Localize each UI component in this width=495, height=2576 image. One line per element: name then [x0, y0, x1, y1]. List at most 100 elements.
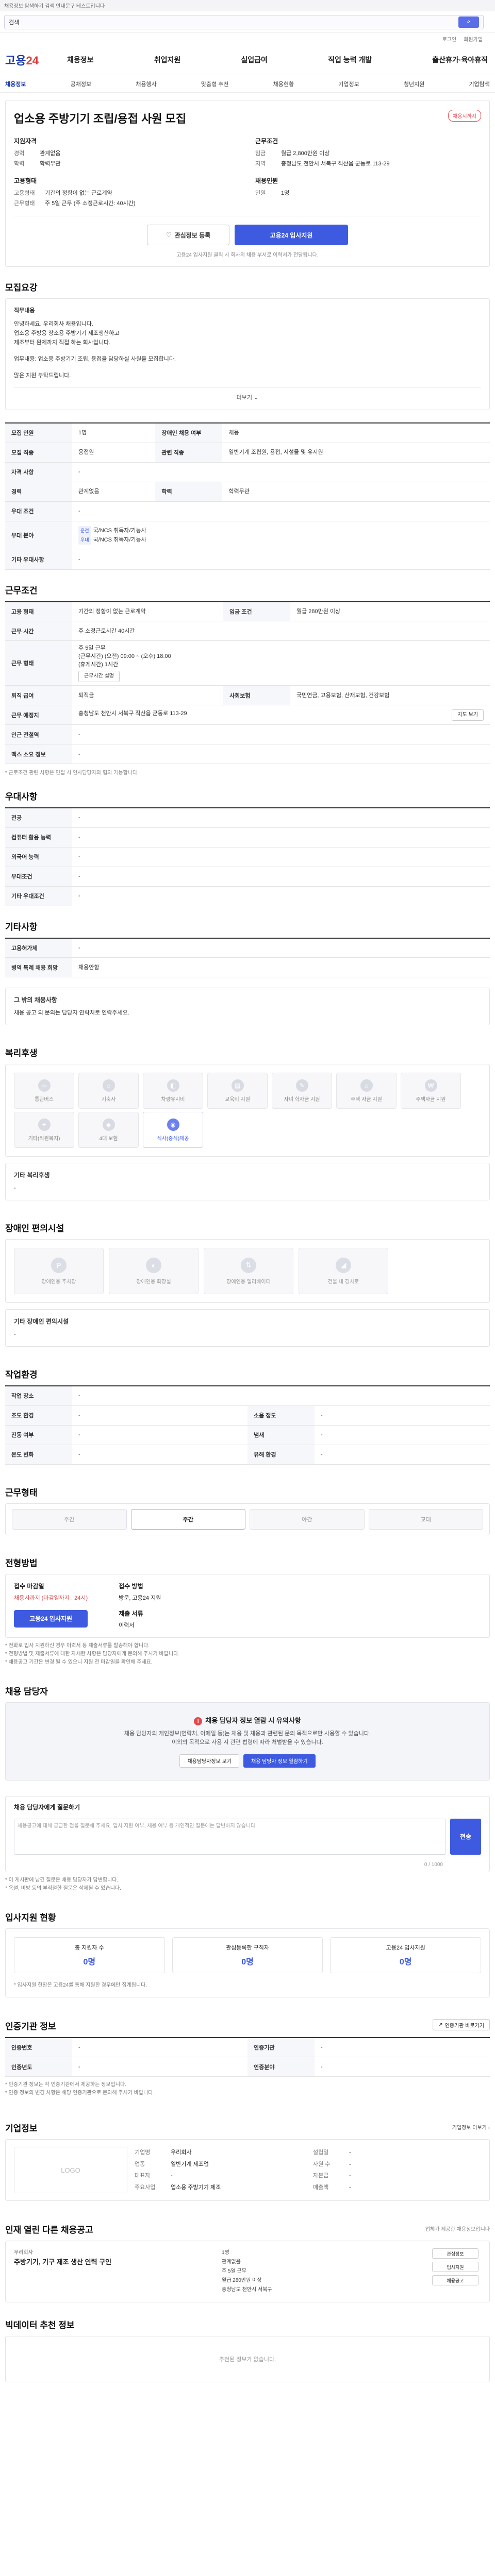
- chevron-down-icon: ⌄: [254, 395, 259, 401]
- kv-key: 지역: [255, 161, 266, 167]
- gnb-item-training[interactable]: 직업 능력 개발: [328, 55, 372, 65]
- welfare-label: 식사(중식)제공: [157, 1136, 189, 1142]
- kv-key: 경력: [14, 150, 25, 157]
- interest-button[interactable]: ♡ 관심정보 등록: [147, 225, 229, 245]
- search-box[interactable]: ⌕: [4, 14, 484, 29]
- disab-card: P 장애인용 주차장 ◐ 장애인용 화장실 ⇅ 장애인용 엘리베이터 ◢ 건물 내 경사…: [5, 1239, 490, 1303]
- td-text: 주 5일 근무: [78, 645, 106, 651]
- logo-accent: 24: [26, 54, 39, 67]
- qa-note: * 이 게시판에 남긴 질문은 채용 담당자가 답변합니다.: [5, 1877, 119, 1883]
- td: -: [72, 1445, 248, 1465]
- qa-textarea[interactable]: 채용공고에 대해 궁금한 점을 질문해 주세요. 입사 지원 여부, 채용 여부…: [14, 1818, 446, 1855]
- td: 주 소정근로시간 40시간: [72, 621, 490, 641]
- disab-title: 장애인 편의시설: [5, 1224, 64, 1233]
- td: -: [72, 550, 490, 570]
- home-icon: ⌂: [360, 1079, 373, 1092]
- welfare-item: ✦ 기타(직원복지): [14, 1112, 74, 1148]
- logo[interactable]: 고용24: [5, 52, 67, 68]
- work-title: 근무조건: [5, 585, 38, 596]
- td-text: 충청남도 천안시 서북구 직산읍 군동로 113-29: [78, 710, 187, 717]
- lnb-item-5[interactable]: 기업정보: [338, 80, 359, 88]
- similar-job-title[interactable]: 주방기기, 기구 제조 생산 인력 구인: [14, 2258, 211, 2267]
- gnb-item-benefit[interactable]: 실업급여: [241, 55, 268, 65]
- qa-send-button[interactable]: 전송: [450, 1818, 481, 1855]
- th: 기타 우대사항: [5, 550, 72, 570]
- apply-note: * 전형방법 및 제출서류에 대한 자세한 사항은 담당자에게 문의해 주시기 …: [5, 1651, 180, 1657]
- th: 고용허가제: [5, 938, 72, 958]
- lnb-item-0[interactable]: 채용정보: [5, 80, 26, 88]
- td: -: [72, 808, 490, 828]
- welfare-card: ▭ 통근버스 ⌂ 기숙사 ◧ 차량유지비 ▤ 교육비 지원 ✎ 자녀 학자금 지원 ⌂ 주택…: [5, 1064, 490, 1157]
- cert-note: * 인증기관 정보는 각 인증기관에서 제공하는 정보입니다.: [5, 2082, 126, 2088]
- th: 인증기관: [248, 2037, 315, 2057]
- login-link[interactable]: 로그인: [442, 35, 457, 43]
- td: -: [315, 2057, 490, 2077]
- detail-title: 모집요강: [5, 283, 38, 293]
- search-input[interactable]: [9, 19, 454, 25]
- kv-val: 업소용 주방기기 제조: [171, 2184, 221, 2191]
- welfare-label: 기타(직원복지): [28, 1136, 60, 1142]
- stats-note: * 입사지원 현황은 고용24를 통해 지원한 경우에만 집계됩니다.: [14, 1982, 147, 1988]
- kv-val: 1명: [281, 190, 290, 196]
- similar-card[interactable]: 우리회사 주방기기, 기구 제조 생산 인력 구인 1명 관계없음 주 5일 근…: [5, 2241, 490, 2302]
- apply-button-2[interactable]: 고용24 입사지원: [14, 1609, 88, 1628]
- kv-key: 고용형태: [14, 190, 35, 196]
- th: 유해 환경: [248, 1445, 315, 1465]
- lnb-item-1[interactable]: 공채정보: [71, 80, 91, 88]
- more-label: 더보기: [236, 395, 253, 401]
- similar-btn-interest[interactable]: 관심정보: [432, 2248, 478, 2259]
- bus-icon: ▭: [38, 1079, 51, 1092]
- similar-meta: 월급 280만원 이상: [222, 2278, 262, 2283]
- toilet-icon: ◐: [146, 1257, 161, 1273]
- lnb-item-7[interactable]: 기업탐색: [469, 80, 489, 88]
- kv-key: 근무형태: [14, 200, 35, 207]
- contact-btn1[interactable]: 채용담당자정보 보기: [179, 1754, 240, 1768]
- join-link[interactable]: 회원가입: [464, 35, 483, 43]
- similar-btn-view[interactable]: 채용공고: [432, 2275, 478, 2285]
- kv-key: 업종: [135, 2161, 145, 2167]
- td: 월급 280만원 이상: [290, 601, 490, 621]
- shield-icon: ◆: [102, 1118, 115, 1131]
- detail-line: 제조부터 완제까지 직접 하는 회사입니다.: [14, 340, 111, 346]
- gnb-item-job[interactable]: 채용정보: [67, 55, 94, 65]
- apply-button[interactable]: 고용24 입사지원: [235, 225, 348, 245]
- td-text: 국/NCS 취득자/기능사: [93, 528, 146, 534]
- gnb-item-support[interactable]: 취업지원: [154, 55, 181, 65]
- td: -: [72, 2037, 248, 2057]
- td: -: [315, 1425, 490, 1445]
- local-nav: 채용정보 공채정보 채용행사 맞춤형 추천 채용현황 기업정보 청년지원 기업탐…: [0, 75, 495, 93]
- tag: 우대: [78, 535, 91, 545]
- lnb-item-2[interactable]: 채용행사: [136, 80, 156, 88]
- contact-btn2[interactable]: 채용 담당자 정보 열람하기: [243, 1754, 316, 1768]
- cert-link-button[interactable]: ↗ 인증기관 바로가기: [433, 2019, 490, 2030]
- more-button[interactable]: 더보기 ⌄: [14, 387, 481, 402]
- lnb-item-6[interactable]: 청년지원: [404, 80, 424, 88]
- work-time-link[interactable]: 근무시간 설명: [78, 671, 120, 682]
- etc-extra-box: 그 밖의 채용사항 채용 공고 외 문의는 담당자 연락처로 연락주세요.: [5, 988, 490, 1025]
- similar-btn-apply[interactable]: 입사지원: [432, 2262, 478, 2272]
- search-row: ⌕: [0, 11, 495, 33]
- td: -: [72, 827, 490, 848]
- td: 관계없음: [72, 482, 156, 502]
- gnb-item-leave[interactable]: 출산휴가·육아휴직: [432, 55, 488, 65]
- lnb-item-3[interactable]: 맞춤형 추천: [201, 80, 229, 88]
- shift-card: 주간 주간 야간 교대: [5, 1503, 490, 1535]
- top-meta: 로그인 회원가입: [0, 33, 495, 44]
- org-more-link[interactable]: 기업정보 더보기 ›: [452, 2123, 490, 2131]
- etc-work-title: 우대사항: [5, 792, 38, 802]
- th: 외국어 능력: [5, 847, 72, 867]
- shift-item: 야간: [250, 1509, 365, 1530]
- lnb-item-4[interactable]: 채용현황: [273, 80, 294, 88]
- kv-val: -: [349, 2161, 351, 2167]
- money-icon: ₩: [424, 1079, 437, 1092]
- kv-key: 주요사업: [135, 2184, 156, 2191]
- td-text: (근무시간) (오전) 09:00 ~ (오후) 18:00: [78, 653, 171, 659]
- cert-title: 인증기관 정보: [5, 2021, 56, 2031]
- welfare-item: ▭ 통근버스: [14, 1073, 74, 1109]
- th: 맥스 소요 정보: [5, 744, 72, 764]
- deadline-badge: 채용시까지: [448, 110, 481, 122]
- search-icon[interactable]: ⌕: [458, 16, 479, 28]
- td: 일반기계 조립원, 용접, 시설물 및 유지원: [222, 443, 490, 463]
- map-button[interactable]: 지도 보기: [452, 709, 484, 721]
- td-text: (휴게시간) 1시간: [78, 662, 119, 668]
